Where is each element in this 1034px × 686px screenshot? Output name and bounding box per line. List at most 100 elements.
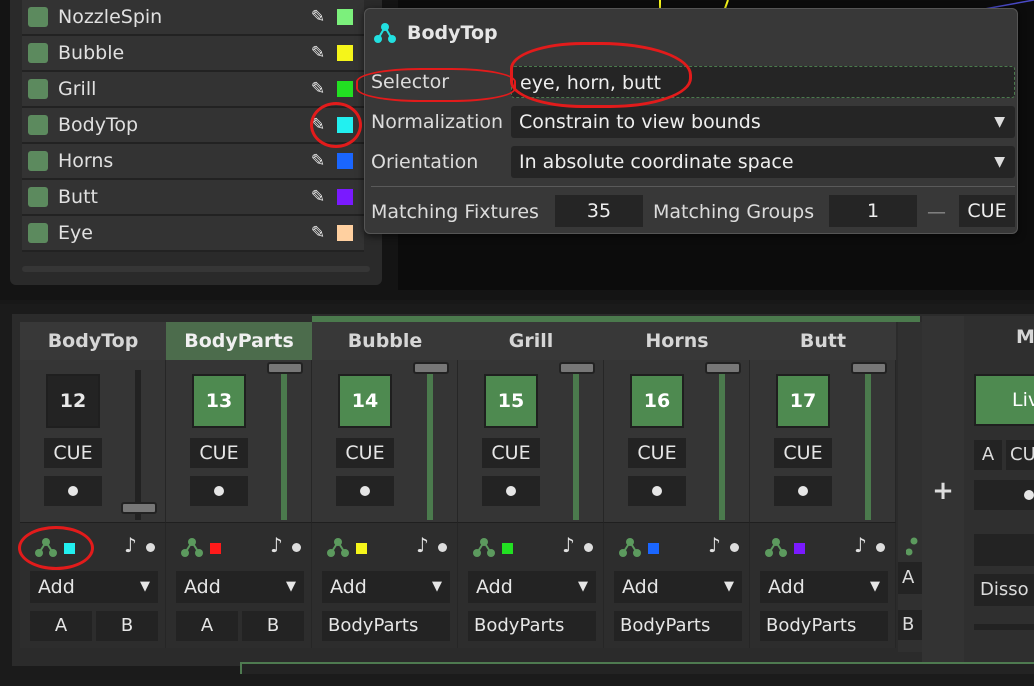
strip-title[interactable]: Bubble <box>312 322 458 360</box>
master-a-button[interactable]: A <box>974 440 1002 470</box>
group-nodes-icon[interactable] <box>764 537 788 557</box>
group-nodes-icon[interactable] <box>326 537 350 557</box>
fader-handle[interactable] <box>851 362 887 374</box>
strip-dot-button[interactable] <box>44 476 102 506</box>
blend-mode-dropdown[interactable]: Add ▼ <box>760 571 888 603</box>
channel-b-button[interactable]: B <box>242 611 304 641</box>
selector-input[interactable]: eye, horn, butt <box>511 66 1015 98</box>
strip-dot-button[interactable] <box>190 476 248 506</box>
fader-handle[interactable] <box>559 362 595 374</box>
group-list-item[interactable]: Bubble ✎ <box>22 36 364 72</box>
strip-number-button[interactable]: 16 <box>630 374 684 428</box>
group-nodes-icon[interactable] <box>180 537 204 557</box>
group-nodes-icon[interactable] <box>472 537 496 557</box>
strip-title[interactable]: BodyParts <box>166 322 312 360</box>
pencil-icon[interactable]: ✎ <box>305 79 331 99</box>
strip-title[interactable]: Grill <box>458 322 604 360</box>
fader-track[interactable] <box>427 370 433 520</box>
music-note-icon[interactable]: ♪ <box>708 533 721 557</box>
master-slot[interactable] <box>974 534 1034 566</box>
group-color-swatch[interactable] <box>337 225 353 241</box>
strip-title[interactable]: Horns <box>604 322 750 360</box>
group-color-swatch[interactable] <box>337 189 353 205</box>
pencil-icon[interactable]: ✎ <box>305 7 331 27</box>
music-note-icon[interactable]: ♪ <box>270 533 283 557</box>
fader-handle[interactable] <box>121 502 157 514</box>
strip-cue-button[interactable]: CUE <box>628 438 686 468</box>
group-list-item[interactable]: Butt ✎ <box>22 180 364 216</box>
master-dot-button[interactable] <box>974 480 1034 510</box>
live-button[interactable]: Liv <box>974 374 1034 426</box>
pencil-icon[interactable]: ✎ <box>305 115 331 135</box>
pencil-icon[interactable]: ✎ <box>305 223 331 243</box>
group-color-swatch[interactable] <box>337 81 353 97</box>
strip-group-button[interactable]: BodyParts <box>468 611 596 641</box>
group-nodes-icon[interactable] <box>34 537 58 557</box>
strip-number-button[interactable]: 13 <box>192 374 246 428</box>
group-nodes-icon[interactable] <box>618 537 642 557</box>
strip-group-button[interactable]: BodyParts <box>614 611 742 641</box>
music-note-icon[interactable]: ♪ <box>124 533 137 557</box>
blend-mode-dropdown[interactable]: Add ▼ <box>322 571 450 603</box>
strip-number-button[interactable]: 15 <box>484 374 538 428</box>
group-enable-checkbox[interactable] <box>28 187 48 207</box>
normalization-dropdown[interactable]: Constrain to view bounds ▼ <box>511 106 1015 138</box>
strip-title[interactable]: BodyTop <box>20 322 166 360</box>
group-list-item[interactable]: BodyTop ✎ <box>22 108 364 144</box>
strip-group-button[interactable]: BodyParts <box>322 611 450 641</box>
fader-track[interactable] <box>281 370 287 520</box>
partial-blend[interactable]: A <box>898 562 922 594</box>
group-enable-checkbox[interactable] <box>28 151 48 171</box>
fader-track[interactable] <box>135 370 141 520</box>
blend-mode-dropdown[interactable]: Add ▼ <box>30 571 158 603</box>
music-note-icon[interactable]: ♪ <box>416 533 429 557</box>
strip-cue-button[interactable]: CUE <box>774 438 832 468</box>
blend-mode-dropdown[interactable]: Add ▼ <box>176 571 304 603</box>
strip-cue-button[interactable]: CUE <box>336 438 394 468</box>
cue-button[interactable]: CUE <box>959 195 1015 227</box>
group-list-scrollbar[interactable] <box>22 266 370 272</box>
fader-handle[interactable] <box>267 362 303 374</box>
strip-number-button[interactable]: 12 <box>46 374 100 428</box>
group-enable-checkbox[interactable] <box>28 115 48 135</box>
strip-dot-button[interactable] <box>774 476 832 506</box>
pencil-icon[interactable]: ✎ <box>305 43 331 63</box>
fader-track[interactable] <box>865 370 871 520</box>
channel-a-button[interactable]: A <box>176 611 238 641</box>
strip-cue-button[interactable]: CUE <box>44 438 102 468</box>
blend-mode-dropdown[interactable]: Add ▼ <box>468 571 596 603</box>
strip-number-button[interactable]: 17 <box>776 374 830 428</box>
group-enable-checkbox[interactable] <box>28 43 48 63</box>
group-enable-checkbox[interactable] <box>28 223 48 243</box>
strip-dot-button[interactable] <box>336 476 394 506</box>
fader-handle[interactable] <box>413 362 449 374</box>
strip-dot-button[interactable] <box>628 476 686 506</box>
channel-a-button[interactable]: A <box>30 611 92 641</box>
add-strip-button[interactable]: + <box>922 476 964 506</box>
master-transition-dropdown[interactable]: Disso <box>974 574 1034 606</box>
strip-cue-button[interactable]: CUE <box>190 438 248 468</box>
group-list-item[interactable]: NozzleSpin ✎ <box>22 0 364 36</box>
group-list-item[interactable]: Eye ✎ <box>22 216 364 252</box>
strip-dot-button[interactable] <box>482 476 540 506</box>
fader-handle[interactable] <box>705 362 741 374</box>
group-color-swatch[interactable] <box>337 9 353 25</box>
fader-track[interactable] <box>573 370 579 520</box>
group-color-swatch[interactable] <box>337 153 353 169</box>
music-note-icon[interactable]: ♪ <box>562 533 575 557</box>
group-list-item[interactable]: Grill ✎ <box>22 72 364 108</box>
strip-cue-button[interactable]: CUE <box>482 438 540 468</box>
master-cue-button[interactable]: CU <box>1006 440 1034 470</box>
partial-group[interactable]: B <box>898 610 922 640</box>
group-enable-checkbox[interactable] <box>28 7 48 27</box>
orientation-dropdown[interactable]: In absolute coordinate space ▼ <box>511 146 1015 178</box>
pencil-icon[interactable]: ✎ <box>305 151 331 171</box>
group-color-swatch[interactable] <box>337 45 353 61</box>
pencil-icon[interactable]: ✎ <box>305 187 331 207</box>
group-color-swatch[interactable] <box>337 117 353 133</box>
fader-track[interactable] <box>719 370 725 520</box>
blend-mode-dropdown[interactable]: Add ▼ <box>614 571 742 603</box>
music-note-icon[interactable]: ♪ <box>854 533 867 557</box>
strip-title[interactable]: Butt <box>750 322 896 360</box>
group-enable-checkbox[interactable] <box>28 79 48 99</box>
